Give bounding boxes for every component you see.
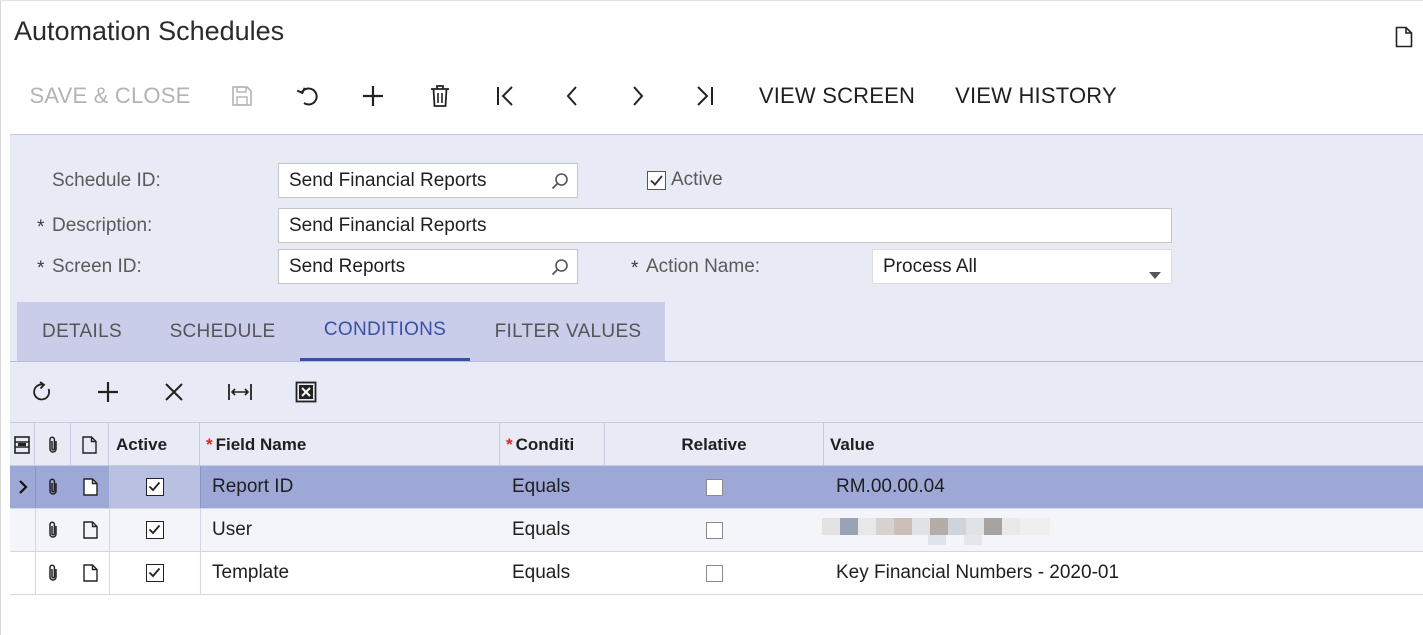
tab-conditions[interactable]: CONDITIONS bbox=[300, 302, 470, 362]
attachment-icon bbox=[35, 423, 71, 466]
column-header-field-name-text: Field Name bbox=[215, 434, 307, 454]
row-relative-checkbox[interactable] bbox=[706, 521, 723, 539]
action-name-select[interactable]: Process All bbox=[872, 249, 1172, 284]
note-icon[interactable] bbox=[71, 466, 109, 508]
action-name-label: Action Name: bbox=[646, 256, 761, 277]
cell-divider bbox=[200, 466, 201, 508]
redacted-value-cell[interactable] bbox=[822, 509, 1062, 551]
table-row[interactable]: User Equals bbox=[10, 509, 1423, 552]
required-star: * bbox=[206, 434, 213, 454]
column-header-condition[interactable]: * Conditi bbox=[500, 423, 605, 466]
field-name-cell[interactable]: User bbox=[212, 509, 492, 551]
condition-cell[interactable]: Equals bbox=[512, 466, 602, 508]
row-relative-checkbox[interactable] bbox=[706, 564, 723, 582]
note-icon bbox=[71, 423, 109, 466]
add-icon[interactable] bbox=[357, 72, 389, 120]
description-field[interactable]: Send Financial Reports bbox=[278, 208, 1172, 243]
condition-cell[interactable]: Equals bbox=[512, 552, 602, 594]
fit-columns-icon[interactable] bbox=[224, 362, 256, 422]
active-cell[interactable] bbox=[109, 509, 200, 551]
column-header-value[interactable]: Value bbox=[824, 423, 1423, 466]
search-icon[interactable] bbox=[551, 172, 569, 196]
previous-record-icon[interactable] bbox=[556, 72, 588, 120]
schedule-id-field[interactable]: Send Financial Reports bbox=[278, 163, 578, 198]
table-row[interactable]: Template Equals Key Financial Numbers - … bbox=[10, 552, 1423, 595]
field-name-cell[interactable]: Report ID bbox=[212, 466, 492, 508]
page-title: Automation Schedules bbox=[14, 16, 285, 46]
attachment-icon[interactable] bbox=[35, 509, 71, 551]
screen-id-label: Screen ID: bbox=[52, 256, 142, 277]
excel-export-icon[interactable] bbox=[290, 362, 322, 422]
delete-row-icon[interactable] bbox=[158, 362, 190, 422]
schedule-id-label: Schedule ID: bbox=[52, 170, 161, 191]
note-icon[interactable] bbox=[71, 552, 109, 594]
save-close-button[interactable]: SAVE & CLOSE bbox=[28, 72, 192, 120]
chevron-down-icon[interactable] bbox=[1149, 263, 1161, 285]
condition-cell[interactable]: Equals bbox=[512, 509, 602, 551]
required-star: * bbox=[37, 217, 45, 238]
grid-header: Active * Field Name * Conditi Relative Val… bbox=[10, 422, 1423, 466]
active-cell[interactable] bbox=[109, 466, 200, 508]
cell-divider bbox=[200, 509, 201, 551]
value-cell[interactable]: RM.00.00.04 bbox=[836, 466, 1416, 508]
active-checkbox[interactable] bbox=[647, 171, 666, 190]
tab-strip: DETAILS SCHEDULE CONDITIONS FILTER VALUE… bbox=[17, 302, 665, 362]
column-header-field-name[interactable]: * Field Name bbox=[200, 423, 500, 466]
relative-cell[interactable] bbox=[605, 466, 824, 508]
view-history-button[interactable]: VIEW HISTORY bbox=[952, 72, 1120, 120]
column-header-value-text: Value bbox=[830, 434, 875, 454]
screen-id-value: Send Reports bbox=[289, 255, 406, 277]
attachment-icon[interactable] bbox=[35, 552, 71, 594]
column-header-relative[interactable]: Relative bbox=[605, 423, 824, 466]
value-cell[interactable]: Key Financial Numbers - 2020-01 bbox=[836, 552, 1416, 594]
attachment-icon[interactable] bbox=[35, 466, 71, 508]
description-label: Description: bbox=[52, 215, 153, 236]
main-toolbar: SAVE & CLOSE VIEW SCREEN VIEW HISTORY bbox=[0, 72, 1423, 120]
tab-schedule[interactable]: SCHEDULE bbox=[147, 302, 298, 362]
cell-divider bbox=[200, 552, 201, 594]
next-record-icon[interactable] bbox=[622, 72, 654, 120]
column-header-active[interactable]: Active bbox=[109, 423, 200, 466]
screen-id-field[interactable]: Send Reports bbox=[278, 249, 578, 284]
relative-cell[interactable] bbox=[605, 552, 824, 594]
row-active-checkbox[interactable] bbox=[145, 521, 164, 539]
column-header-relative-text: Relative bbox=[681, 434, 747, 454]
window-top-border bbox=[0, 0, 1423, 1]
column-header-active-text: Active bbox=[116, 434, 168, 454]
add-row-icon[interactable] bbox=[92, 362, 124, 422]
tab-filter-values[interactable]: FILTER VALUES bbox=[475, 302, 661, 362]
relative-cell[interactable] bbox=[605, 509, 824, 551]
active-label: Active bbox=[671, 169, 723, 190]
required-star: * bbox=[37, 258, 45, 279]
required-star: * bbox=[506, 434, 513, 454]
row-active-checkbox[interactable] bbox=[145, 478, 164, 496]
column-settings-icon[interactable] bbox=[10, 423, 35, 466]
row-selector-chevron-icon[interactable] bbox=[10, 466, 35, 508]
view-screen-button[interactable]: VIEW SCREEN bbox=[756, 72, 918, 120]
field-name-cell[interactable]: Template bbox=[212, 552, 492, 594]
grid-toolbar bbox=[10, 362, 1423, 422]
required-star: * bbox=[631, 258, 639, 279]
save-icon[interactable] bbox=[226, 72, 258, 120]
tab-details[interactable]: DETAILS bbox=[17, 302, 147, 362]
column-header-condition-text: Conditi bbox=[515, 434, 575, 454]
description-value: Send Financial Reports bbox=[289, 214, 487, 236]
notes-document-icon[interactable] bbox=[1395, 26, 1413, 48]
row-active-checkbox[interactable] bbox=[145, 564, 164, 582]
undo-icon[interactable] bbox=[292, 72, 324, 120]
first-record-icon[interactable] bbox=[490, 72, 522, 120]
note-icon[interactable] bbox=[71, 509, 109, 551]
table-row[interactable]: Report ID Equals RM.00.00.04 bbox=[10, 466, 1423, 509]
search-icon[interactable] bbox=[551, 258, 569, 282]
schedule-id-value: Send Financial Reports bbox=[289, 169, 487, 191]
delete-icon[interactable] bbox=[424, 72, 456, 120]
last-record-icon[interactable] bbox=[688, 72, 720, 120]
row-relative-checkbox[interactable] bbox=[706, 478, 723, 496]
refresh-icon[interactable] bbox=[26, 362, 58, 422]
action-name-value: Process All bbox=[883, 255, 977, 277]
active-cell[interactable] bbox=[109, 552, 200, 594]
